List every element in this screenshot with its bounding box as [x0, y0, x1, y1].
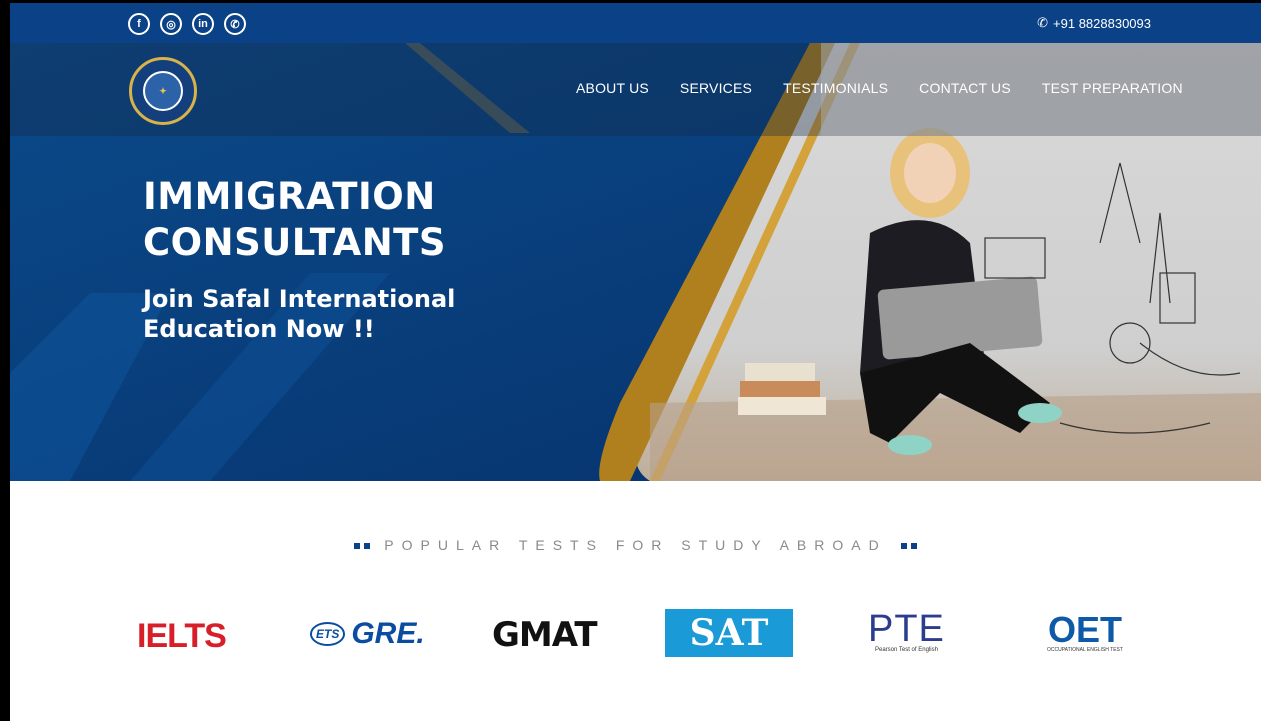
phone-contact[interactable]: ✆ +91 8828830093 [1037, 15, 1151, 31]
oet-text: OET [1047, 609, 1122, 650]
brand-logo[interactable]: ✦ [129, 57, 197, 125]
hero-title-line2: CONSULTANTS [143, 221, 447, 264]
hero-subtitle: Join Safal International Education Now !… [143, 284, 455, 344]
hero-title: IMMIGRATION CONSULTANTS [143, 174, 446, 266]
nav-services[interactable]: SERVICES [680, 80, 752, 96]
hero-banner: ✦ ABOUT US SERVICES TESTIMONIALS CONTACT… [10, 43, 1261, 481]
gmat-logo[interactable]: GMAT [492, 615, 598, 655]
tests-heading: POPULAR TESTS FOR STUDY ABROAD [10, 537, 1261, 553]
social-links: f ◎ in ✆ [128, 13, 246, 35]
ielts-logo[interactable]: IELTS [137, 617, 227, 656]
heading-square-icon [910, 543, 917, 550]
hero-subtitle-line2: Education Now !! [143, 315, 375, 343]
nav-testimonials[interactable]: TESTIMONIALS [783, 80, 888, 96]
heading-square-icon [900, 543, 907, 550]
hero-subtitle-line1: Join Safal International [143, 285, 456, 313]
whatsapp-icon[interactable]: ✆ [224, 13, 246, 35]
main-nav: ABOUT US SERVICES TESTIMONIALS CONTACT U… [576, 80, 1183, 96]
ielts-text: IELTS [137, 617, 227, 655]
tests-heading-text: POPULAR TESTS FOR STUDY ABROAD [384, 537, 887, 553]
heading-square-icon [354, 543, 361, 550]
pte-subtext: Pearson Test of English [874, 647, 938, 653]
page: f ◎ in ✆ ✆ +91 8828830093 ✦ ABOUT US SER… [10, 3, 1261, 721]
nav-contact-us[interactable]: CONTACT US [919, 80, 1011, 96]
hero-title-line1: IMMIGRATION [143, 175, 436, 218]
phone-number: +91 8828830093 [1053, 15, 1151, 31]
nav-test-preparation[interactable]: TEST PREPARATION [1042, 80, 1183, 96]
sat-text: SAT [689, 612, 769, 654]
heading-square-icon [364, 543, 371, 550]
oet-subtext: OCCUPATIONAL ENGLISH TEST [1047, 647, 1123, 653]
pte-text: PTE [868, 608, 945, 650]
ets-badge: ETS [310, 622, 346, 646]
nav-about-us[interactable]: ABOUT US [576, 80, 649, 96]
linkedin-icon[interactable]: in [192, 13, 214, 35]
gmat-text: GMAT [492, 615, 598, 655]
facebook-icon[interactable]: f [128, 13, 150, 35]
pte-logo[interactable]: PTE Pearson Test of English [868, 608, 945, 653]
phone-icon: ✆ [1037, 15, 1049, 30]
oet-logo[interactable]: OET OCCUPATIONAL ENGLISH TEST [1047, 609, 1123, 654]
sat-logo[interactable]: SAT [665, 609, 793, 657]
gre-logo[interactable]: ETS GRE. [310, 617, 425, 651]
test-logos: IELTS ETS GRE. GMAT SAT PTE Pearson Test… [10, 603, 1261, 663]
logo-emblem: ✦ [143, 71, 183, 111]
gre-text: GRE. [351, 617, 425, 650]
instagram-icon[interactable]: ◎ [160, 13, 182, 35]
top-bar: f ◎ in ✆ ✆ +91 8828830093 [10, 3, 1261, 43]
